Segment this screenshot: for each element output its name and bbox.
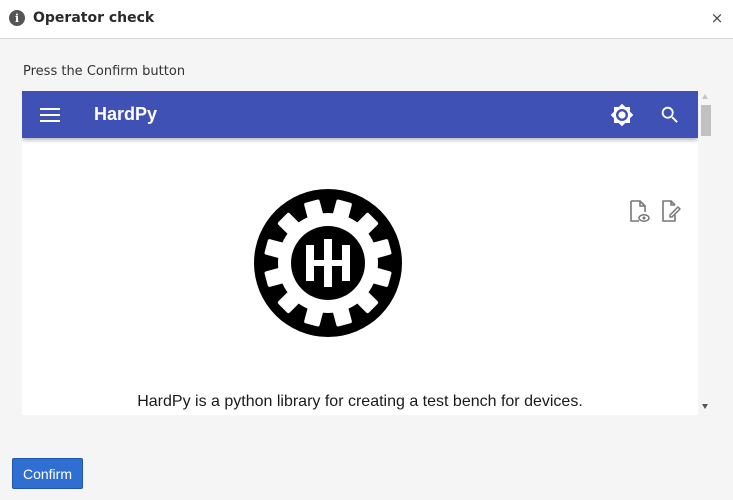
scroll-down-arrow-icon[interactable]	[702, 404, 708, 409]
dialog-titlebar: i Operator check ×	[0, 0, 733, 39]
app-title: HardPy	[94, 104, 158, 124]
menu-icon[interactable]	[40, 107, 60, 123]
operator-prompt: Press the Confirm button	[23, 64, 186, 79]
dialog-title: Operator check	[33, 10, 155, 26]
hardpy-logo-icon	[254, 189, 402, 337]
search-icon[interactable]	[659, 104, 681, 126]
confirm-button[interactable]: Confirm	[12, 458, 83, 489]
close-icon[interactable]: ×	[710, 10, 724, 26]
app-bar: HardPy	[22, 91, 698, 138]
scroll-up-arrow-icon[interactable]	[702, 94, 708, 99]
scroll-thumb[interactable]	[701, 105, 711, 136]
theme-toggle-icon[interactable]	[610, 103, 634, 127]
info-icon: i	[9, 10, 25, 26]
edit-page-icon[interactable]	[660, 199, 682, 223]
embedded-page-content: HardPy HardPy is a python library for cr…	[22, 91, 698, 415]
embedded-page-frame: HardPy HardPy is a python library for cr…	[22, 91, 712, 415]
app-description: HardPy is a python library for creating …	[137, 393, 583, 410]
vertical-scrollbar[interactable]	[698, 91, 712, 415]
view-source-icon[interactable]	[628, 199, 650, 223]
